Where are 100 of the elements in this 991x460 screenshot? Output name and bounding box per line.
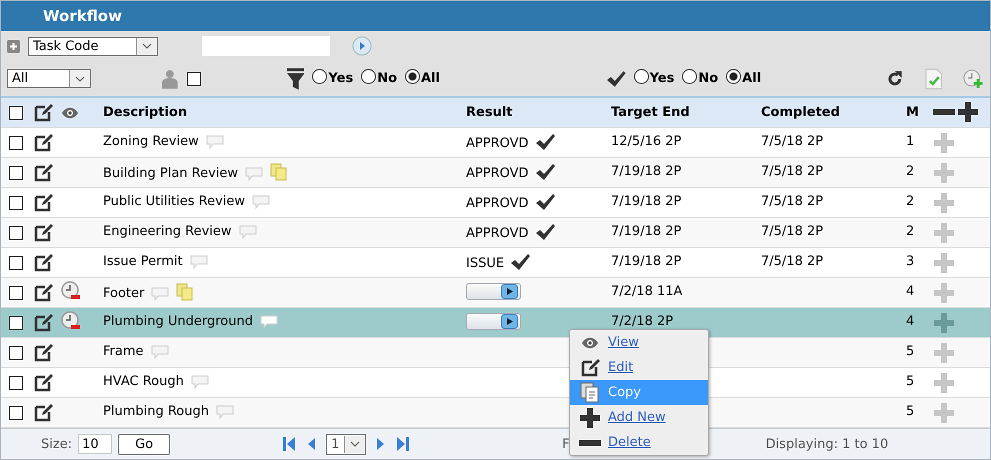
radio-option[interactable]: Yes xyxy=(312,71,354,86)
milestone-text: 5 xyxy=(906,374,914,389)
funnel-icon[interactable] xyxy=(286,68,304,90)
milestone-text: 2 xyxy=(906,194,914,209)
menu-item[interactable]: Delete xyxy=(570,430,708,455)
found-text: F xyxy=(562,436,570,452)
last-page-icon[interactable] xyxy=(396,436,410,452)
row-checkbox[interactable] xyxy=(9,256,23,270)
description-text: Issue Permit xyxy=(103,254,183,269)
page-dropdown[interactable]: 1 xyxy=(326,434,366,454)
edit-icon[interactable] xyxy=(34,283,53,302)
displaying-text: Displaying: 1 to 10 xyxy=(766,436,888,452)
radio-option[interactable]: All xyxy=(726,71,762,86)
column-header: M xyxy=(906,105,920,120)
first-page-icon[interactable] xyxy=(282,436,296,452)
completed-text: 7/5/18 2P xyxy=(761,254,824,269)
target-end-text: 7/19/18 2P xyxy=(611,254,682,269)
eye-icon[interactable] xyxy=(61,106,79,118)
description-text: Public Utilities Review xyxy=(103,194,246,209)
description-text: Engineering Review xyxy=(103,224,232,239)
row-checkbox[interactable] xyxy=(9,196,23,210)
edit-icon[interactable] xyxy=(34,313,53,332)
description-text: Frame xyxy=(103,344,144,359)
column-header: Completed xyxy=(761,105,841,120)
result-text: APPROVD xyxy=(466,136,529,150)
milestone-text: 2 xyxy=(906,164,914,179)
check-icon xyxy=(606,70,626,88)
go-button[interactable]: Go xyxy=(118,434,170,454)
select-all-checkbox[interactable] xyxy=(9,106,23,120)
chevron-icon xyxy=(142,43,152,49)
result-text: APPROVD xyxy=(466,196,529,210)
size-field[interactable]: 10 xyxy=(78,434,112,454)
result-picker[interactable] xyxy=(466,283,521,300)
menu-item[interactable]: Add New xyxy=(570,405,708,430)
plus-icon[interactable] xyxy=(957,100,979,122)
play-icon[interactable] xyxy=(501,314,518,329)
description-text: HVAC Rough xyxy=(103,374,184,389)
row-checkbox[interactable] xyxy=(9,346,23,360)
row-checkbox[interactable] xyxy=(9,316,23,330)
edit-icon[interactable] xyxy=(34,133,53,152)
edit-icon[interactable] xyxy=(34,163,53,182)
description-text: Plumbing Rough xyxy=(103,404,209,419)
result-text: ISSUE xyxy=(466,256,504,270)
row-checkbox[interactable] xyxy=(9,376,23,390)
result-picker[interactable] xyxy=(466,313,521,330)
row-checkbox[interactable] xyxy=(9,166,23,180)
check-icon xyxy=(534,192,555,210)
target-end-text: 7/19/18 2P xyxy=(611,194,682,209)
milestone-text: 2 xyxy=(906,224,914,239)
size-label: Size: xyxy=(41,436,72,452)
row-checkbox[interactable] xyxy=(9,136,23,150)
completed-text: 7/5/18 2P xyxy=(761,134,824,149)
menu-item[interactable]: View xyxy=(570,330,708,355)
check-icon xyxy=(534,222,555,240)
milestone-text: 4 xyxy=(906,284,914,299)
edit-icon[interactable] xyxy=(34,343,53,362)
copy-icon xyxy=(580,382,600,404)
row-checkbox[interactable] xyxy=(9,286,23,300)
result-text: APPROVD xyxy=(466,226,529,240)
clock-icon[interactable] xyxy=(61,310,81,330)
result-text: APPROVD xyxy=(466,166,529,180)
document-check-icon[interactable] xyxy=(924,68,942,90)
minus-icon[interactable] xyxy=(933,108,955,116)
check-icon xyxy=(534,132,555,150)
clock-icon[interactable] xyxy=(61,280,81,300)
radio-option[interactable]: No xyxy=(361,71,397,86)
edit-icon[interactable] xyxy=(34,193,53,212)
scope-dropdown[interactable]: All xyxy=(7,69,92,88)
edit-icon[interactable] xyxy=(34,373,53,392)
edit-icon[interactable] xyxy=(34,223,53,242)
radio-option[interactable]: No xyxy=(682,71,718,86)
column-header: Description xyxy=(103,105,188,120)
target-end-text: 7/19/18 2P xyxy=(611,164,682,179)
milestone-text: 4 xyxy=(906,314,914,329)
search-field[interactable] xyxy=(202,36,330,56)
radio-option[interactable]: All xyxy=(405,71,440,86)
person-icon xyxy=(161,68,180,88)
assigned-checkbox[interactable] xyxy=(187,72,201,86)
play-icon[interactable] xyxy=(501,284,518,299)
expand-icon[interactable] xyxy=(7,40,20,52)
column-header: Target End xyxy=(611,105,691,120)
go-icon[interactable] xyxy=(352,36,372,56)
edit-icon[interactable] xyxy=(580,358,600,377)
refresh-icon[interactable] xyxy=(887,70,903,88)
menu-item[interactable]: Edit xyxy=(570,355,708,380)
eye-icon[interactable] xyxy=(581,336,599,348)
radio-option[interactable]: Yes xyxy=(634,71,674,86)
edit-icon[interactable] xyxy=(34,253,53,272)
milestone-text: 5 xyxy=(906,344,914,359)
plus-icon[interactable] xyxy=(579,406,601,428)
milestone-text: 5 xyxy=(906,404,914,419)
completed-text: 7/5/18 2P xyxy=(761,224,824,239)
target-end-text: 7/19/18 2P xyxy=(611,224,682,239)
target-end-text: 12/5/16 2P xyxy=(611,134,682,149)
minus-icon xyxy=(579,440,601,446)
row-checkbox[interactable] xyxy=(9,406,23,420)
edit-icon[interactable] xyxy=(34,403,53,422)
completed-text: 7/5/18 2P xyxy=(761,194,824,209)
field-dropdown[interactable]: Task Code xyxy=(28,36,158,56)
row-checkbox[interactable] xyxy=(9,226,23,240)
